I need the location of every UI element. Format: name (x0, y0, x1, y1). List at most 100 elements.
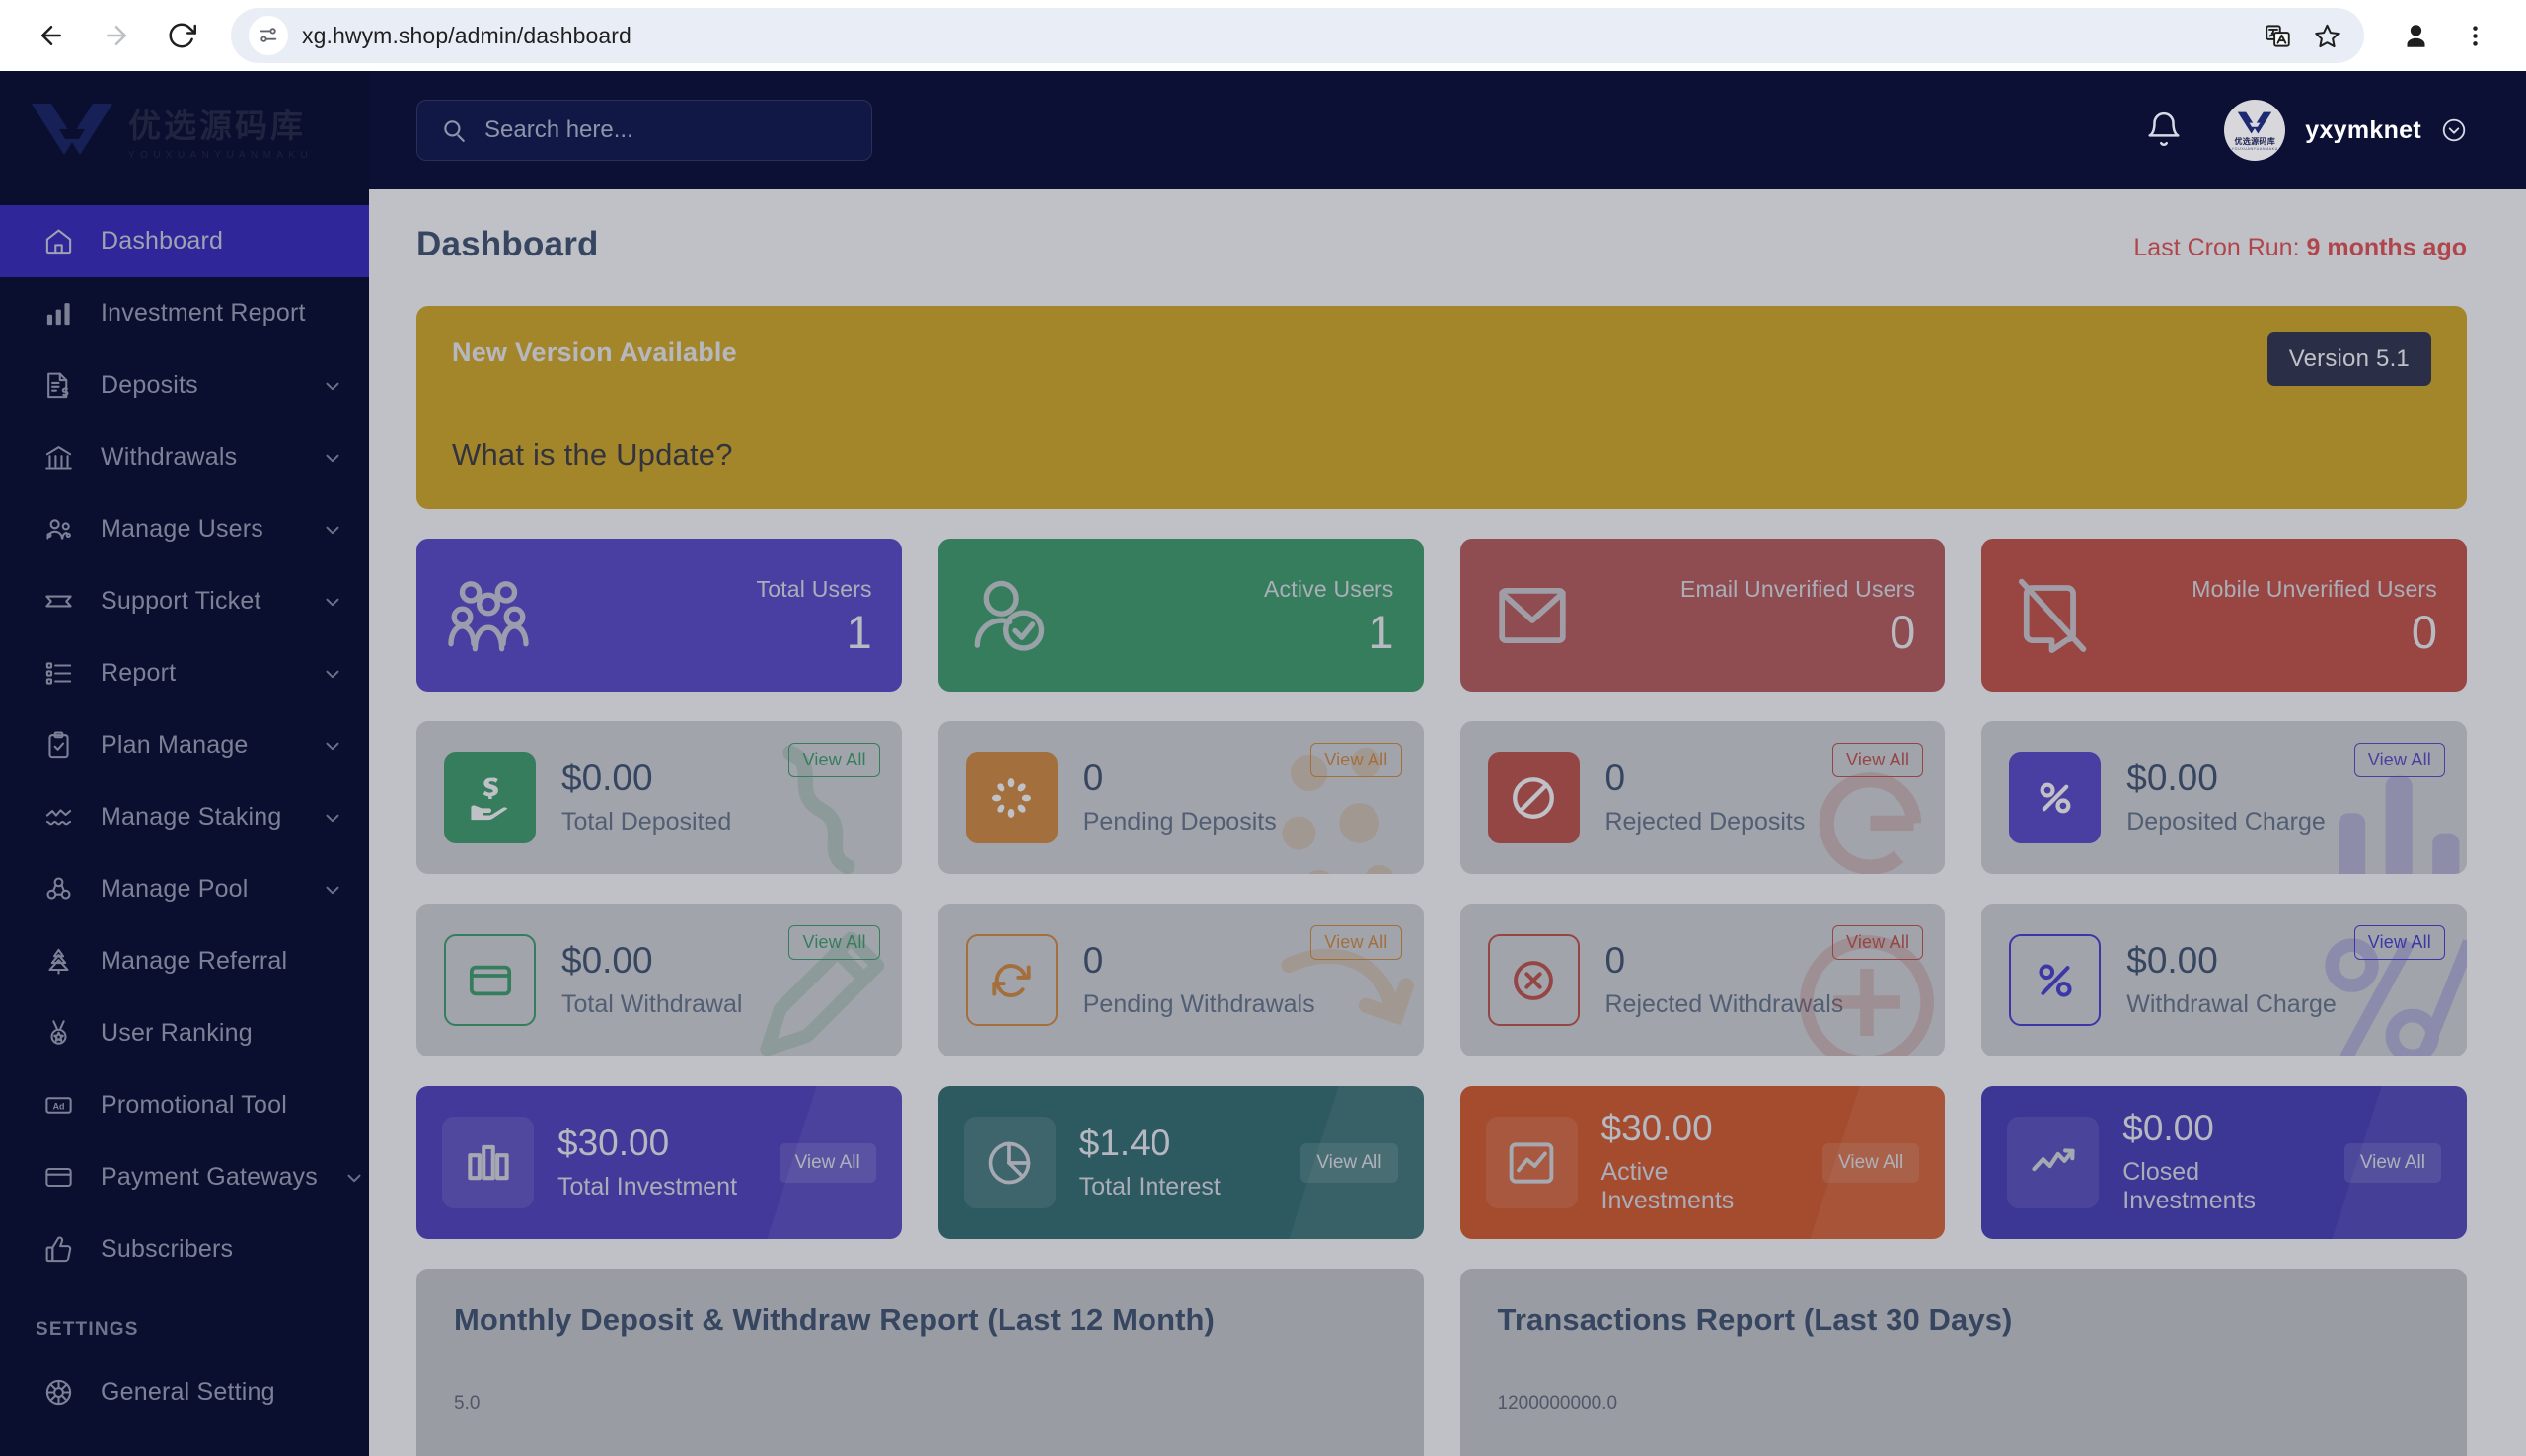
ban-icon (1488, 752, 1580, 843)
sidebar-item-manage-staking[interactable]: Manage Staking (0, 781, 369, 853)
percent-icon (2009, 934, 2101, 1026)
metric-card-pending-deposits[interactable]: View All 0 Pending Deposits (938, 721, 1424, 874)
chevron-down-icon[interactable] (343, 1167, 365, 1189)
chevron-down-icon[interactable] (322, 879, 343, 901)
metric-card-rejected-deposits[interactable]: View All 0 Rejected Deposits (1460, 721, 1946, 874)
metric-card-total-withdrawal[interactable]: View All $0.00 Total Withdrawal (416, 904, 902, 1056)
view-all-button[interactable]: View All (2354, 925, 2445, 960)
chevron-down-icon[interactable] (322, 663, 343, 685)
search-input[interactable]: Search here... (416, 100, 872, 161)
stat-card-total-users[interactable]: Total Users 1 (416, 539, 902, 692)
view-all-button[interactable]: View All (1822, 1143, 1919, 1183)
sidebar-item-manage-pool[interactable]: Manage Pool (0, 853, 369, 925)
stat-card-label: Active Users (1264, 576, 1393, 603)
chevron-down-icon[interactable] (322, 447, 343, 469)
stat-card-label: Total Users (757, 576, 872, 603)
investment-card-total-investment[interactable]: $30.00 Total Investment View All (416, 1086, 902, 1239)
investment-card-total-interest[interactable]: $1.40 Total Interest View All (938, 1086, 1424, 1239)
stat-card-mobile-unverified-users[interactable]: Mobile Unverified Users 0 (1981, 539, 2467, 692)
sidebar-item-label: Promotional Tool (101, 1091, 287, 1120)
stat-card-label: Mobile Unverified Users (2192, 576, 2437, 603)
metric-card-label: Pending Withdrawals (1083, 990, 1315, 1019)
sidebar-item-manage-users[interactable]: Manage Users (0, 493, 369, 565)
sidebar-item-dashboard[interactable]: Dashboard (0, 205, 369, 277)
search-icon (441, 117, 467, 143)
reload-button[interactable] (154, 8, 209, 63)
search-placeholder: Search here... (484, 116, 633, 144)
version-badge[interactable]: Version 5.1 (2267, 332, 2431, 386)
notifications-button[interactable] (2145, 110, 2185, 150)
new-version-banner: New Version Available Version 5.1 What i… (416, 306, 2467, 509)
sidebar-item-investment-report[interactable]: Investment Report (0, 277, 369, 349)
spinner-icon (966, 752, 1058, 843)
bookmark-button[interactable] (2307, 16, 2346, 55)
withdrawal-card-row: View All $0.00 Total Withdrawal View All… (416, 904, 2467, 1056)
hand-dollar-icon (444, 752, 536, 843)
sidebar-item-manage-referral[interactable]: Manage Referral (0, 925, 369, 997)
bell-icon (2145, 110, 2183, 148)
view-all-button[interactable]: View All (2354, 743, 2445, 777)
view-all-button[interactable]: View All (780, 1143, 876, 1183)
sidebar-item-user-ranking[interactable]: User Ranking (0, 997, 369, 1069)
metric-card-label: Total Deposited (561, 808, 731, 837)
metric-card-deposited-charge[interactable]: View All $0.00 Deposited Charge (1981, 721, 2467, 874)
investment-card-active-investments[interactable]: $30.00 Active Investments View All (1460, 1086, 1946, 1239)
sidebar-item-report[interactable]: Report (0, 637, 369, 709)
view-all-button[interactable]: View All (788, 743, 879, 777)
chevron-down-icon[interactable] (322, 807, 343, 829)
chevron-down-icon[interactable] (322, 591, 343, 613)
chevron-down-icon[interactable] (322, 375, 343, 397)
investment-card-closed-investments[interactable]: $0.00 Closed Investments View All (1981, 1086, 2467, 1239)
sidebar-item-support-ticket[interactable]: Support Ticket (0, 565, 369, 637)
cron-label: Last Cron Run: (2133, 234, 2299, 261)
view-all-button[interactable]: View All (1832, 743, 1923, 777)
sidebar-item-plan-manage[interactable]: Plan Manage (0, 709, 369, 781)
sidebar-item-withdrawals[interactable]: Withdrawals (0, 421, 369, 493)
sidebar-logo[interactable]: 优选源码库 YOUXUANYUANMAKU (0, 71, 369, 189)
list-icon (41, 657, 75, 691)
sidebar-item-general-setting[interactable]: General Setting (0, 1356, 369, 1428)
forward-button[interactable] (89, 8, 144, 63)
stat-card-active-users[interactable]: Active Users 1 (938, 539, 1424, 692)
sidebar-item-payment-gateways[interactable]: Payment Gateways (0, 1141, 369, 1213)
metric-card-value: 0 (1083, 942, 1315, 979)
sidebar-item-label: Manage Referral (101, 947, 287, 976)
user-dropdown-toggle[interactable] (2441, 117, 2467, 143)
back-button[interactable] (24, 8, 79, 63)
view-all-button[interactable]: View All (1300, 1143, 1397, 1183)
view-all-button[interactable]: View All (1310, 743, 1401, 777)
pie-chart-icon (964, 1117, 1056, 1208)
url-text: xg.hwym.shop/admin/dashboard (302, 23, 632, 49)
sidebar-item-label: Plan Manage (101, 731, 249, 760)
translate-button[interactable] (2258, 16, 2297, 55)
chevron-down-icon[interactable] (322, 519, 343, 541)
chevron-down-icon[interactable] (322, 735, 343, 757)
chrome-menu-button[interactable] (2447, 8, 2502, 63)
sidebar-item-promotional-tool[interactable]: Ad Promotional Tool (0, 1069, 369, 1141)
banner-header: New Version Available (416, 306, 2467, 400)
view-all-button[interactable]: View All (1310, 925, 1401, 960)
profile-button[interactable] (2388, 8, 2443, 63)
metric-card-rejected-withdrawals[interactable]: View All 0 Rejected Withdrawals (1460, 904, 1946, 1056)
metric-card-total-deposited[interactable]: View All $0.00 Total Deposited (416, 721, 902, 874)
sidebar-item-subscribers[interactable]: Subscribers (0, 1213, 369, 1285)
view-all-button[interactable]: View All (1832, 925, 1923, 960)
sidebar-item-deposits[interactable]: Deposits (0, 349, 369, 421)
sidebar-item-label: Manage Pool (101, 875, 249, 904)
metric-card-withdrawal-charge[interactable]: View All $0.00 Withdrawal Charge (1981, 904, 2467, 1056)
star-icon (2314, 23, 2340, 49)
view-all-button[interactable]: View All (2344, 1143, 2441, 1183)
avatar: 优选源码库 YOUXUANYUANMAKU (2224, 100, 2285, 161)
stat-card-email-unverified-users[interactable]: Email Unverified Users 0 (1460, 539, 1946, 692)
view-all-button[interactable]: View All (788, 925, 879, 960)
refresh-icon (966, 934, 1058, 1026)
tree-icon (41, 945, 75, 979)
metric-card-pending-withdrawals[interactable]: View All 0 Pending Withdrawals (938, 904, 1424, 1056)
chevron-down-icon (2441, 117, 2467, 143)
back-arrow-icon (37, 21, 66, 50)
address-bar[interactable]: xg.hwym.shop/admin/dashboard (231, 8, 2364, 63)
site-info-button[interactable] (249, 16, 288, 55)
sidebar-item-label: General Setting (101, 1378, 275, 1407)
user-menu[interactable]: 优选源码库 YOUXUANYUANMAKU yxymknet (2224, 100, 2467, 161)
card-icon (444, 934, 536, 1026)
